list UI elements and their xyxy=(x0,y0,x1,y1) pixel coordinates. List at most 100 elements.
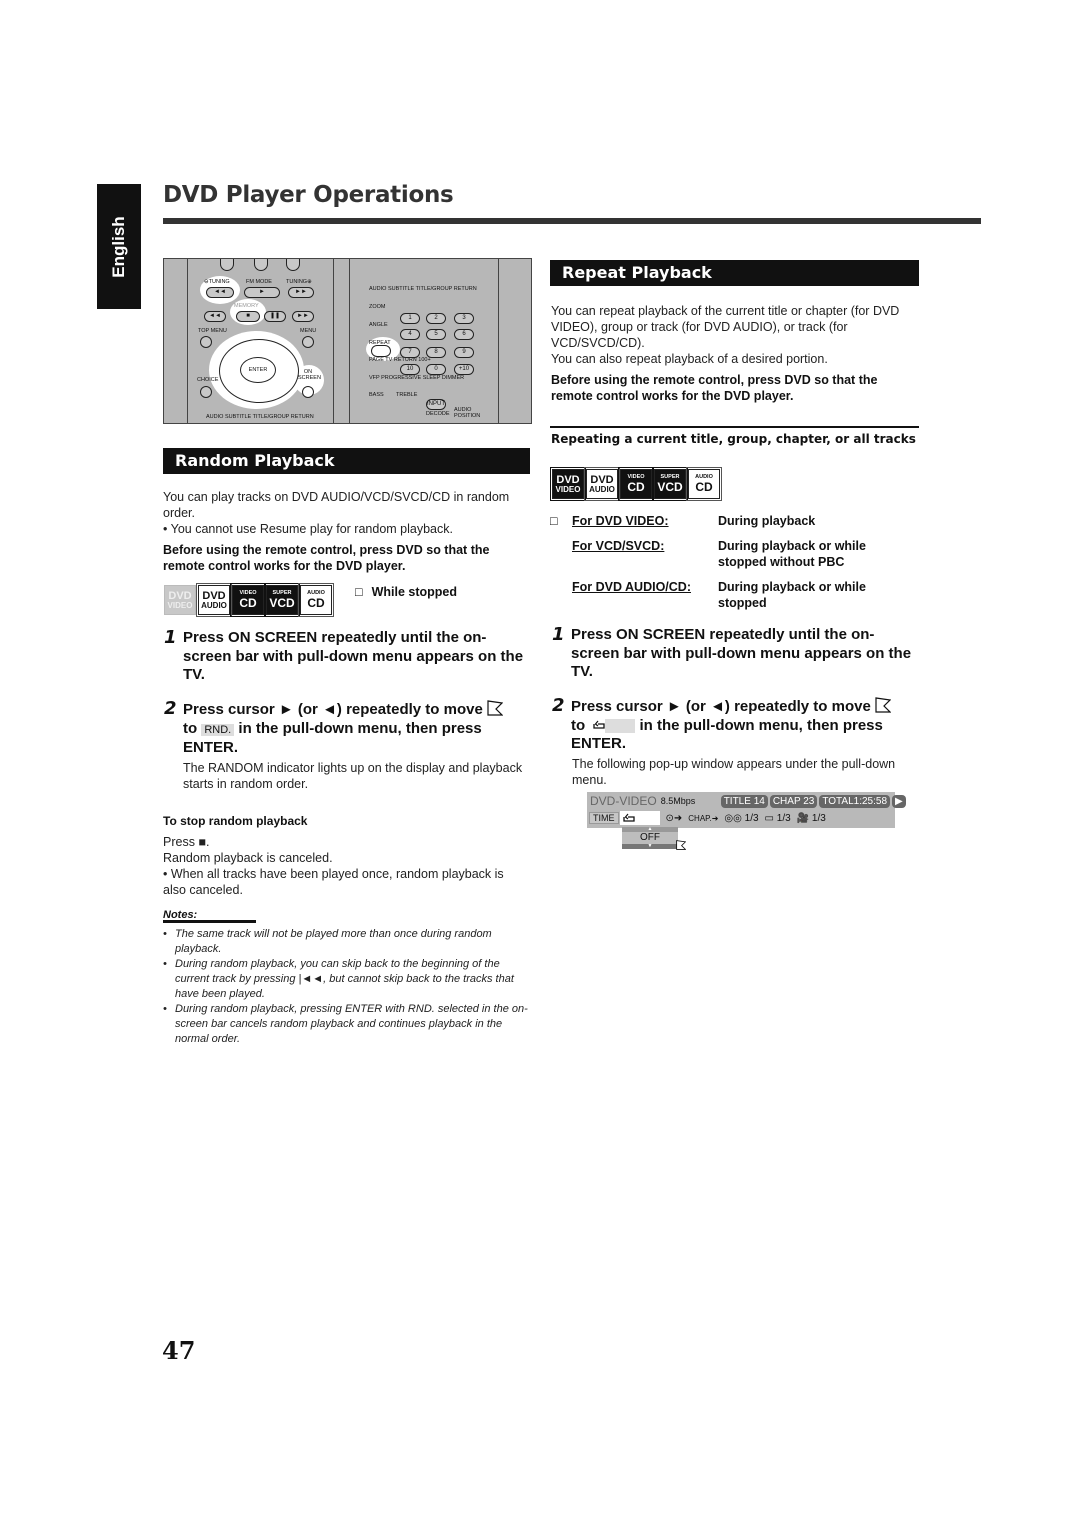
label-tuning-plus: TUNING⊕ xyxy=(286,279,312,285)
badge-dvd-audio: DVD AUDIO xyxy=(196,583,232,617)
label-bass: BASS xyxy=(369,392,384,398)
language-label: English xyxy=(109,215,128,278)
menu-key xyxy=(302,336,314,348)
label-tuning-minus: ⊖TUNING xyxy=(204,279,230,285)
label-memory: MEMORY xyxy=(234,303,259,309)
repeat-disc-badges: DVD VIDEO DVD AUDIO VIDEO CD SUPER VCD AUDIO… xyxy=(550,467,722,501)
repeat-dropdown[interactable]: ▲ OFF ▼ xyxy=(622,827,678,849)
clock-icon: ⊙ xyxy=(665,812,674,824)
repeat-menu-item xyxy=(589,718,636,733)
random-condition: □ While stopped xyxy=(355,585,457,599)
label-page-row: PAGE TV RETURN 100+ xyxy=(369,357,431,363)
play-key: ► xyxy=(244,287,280,298)
random-step-2-desc: The RANDOM indicator lights up on the di… xyxy=(183,761,523,791)
repeat-step-1: 1 Press ON SCREEN repeatedly until the o… xyxy=(552,624,912,680)
choice-key xyxy=(200,386,212,398)
repeat-subhead-rule xyxy=(550,426,919,428)
label-on-screen: ON SCREEN xyxy=(298,369,321,381)
stop-bullet: • When all tracks have been played once,… xyxy=(163,867,504,897)
osd-chapter: CHAP 23 xyxy=(769,794,818,808)
repeat-step-2: 2 Press cursor ► (or ◄) repeatedly to mo… xyxy=(552,696,916,754)
rewind-key: ◄◄ xyxy=(204,311,226,322)
label-choice: CHOICE xyxy=(197,377,219,383)
cursor-icon xyxy=(676,840,686,850)
osd-angle-item[interactable]: 🎥 1/3 xyxy=(797,813,826,824)
osd-time-item[interactable]: TIME xyxy=(589,812,619,824)
key-4: 4 xyxy=(400,329,420,340)
label-bottom-row: AUDIO SUBTITLE TITLE/GROUP RETURN xyxy=(206,414,314,420)
badge-video-cd: VIDEO CD xyxy=(230,583,266,617)
label-angle: ANGLE xyxy=(369,322,388,328)
key-5: 5 xyxy=(426,329,446,340)
repeat-icon xyxy=(593,720,605,729)
key-2: 2 xyxy=(426,313,446,324)
cursor-icon xyxy=(875,697,891,713)
camera-icon: 🎥 xyxy=(796,812,810,824)
dropdown-down-arrow[interactable]: ▼ xyxy=(622,844,678,849)
random-step-1: 1 Press ON SCREEN repeatedly until the o… xyxy=(164,627,524,683)
fast-forward-key: ►► xyxy=(292,311,314,322)
on-screen-bar: DVD-VIDEO 8.5Mbps TITLE 14 CHAP 23 TOTAL… xyxy=(587,792,906,828)
random-playback-heading: Random Playback xyxy=(163,448,530,474)
checkbox-icon: □ xyxy=(550,514,558,528)
repeat-icon xyxy=(622,813,635,822)
osd-chapter-search-item[interactable]: CHAP.➜ xyxy=(688,814,718,823)
page-number: 47 xyxy=(162,1336,196,1365)
osd-time-search-item[interactable]: ⊙➜ xyxy=(666,813,683,824)
note-item: • During random playback, you can skip ba… xyxy=(163,958,514,1000)
osd-status-row: DVD-VIDEO 8.5Mbps TITLE 14 CHAP 23 TOTAL… xyxy=(587,793,906,809)
audio-icon: ◎◎ xyxy=(724,812,742,824)
key-9: 9 xyxy=(454,347,474,358)
osd-play-icon: ▶ xyxy=(892,794,906,808)
key-1: 1 xyxy=(400,313,420,324)
note-item: • During random playback, pressing ENTER … xyxy=(163,1003,528,1045)
osd-bitrate: 8.5Mbps xyxy=(660,796,696,806)
osd-audio-item[interactable]: ◎◎ 1/3 xyxy=(724,813,758,824)
badge-video-cd: VIDEO CD xyxy=(618,467,654,501)
random-before-note: Before using the remote control, press D… xyxy=(163,543,490,573)
condition-dvd-video: □ For DVD VIDEO: During playback xyxy=(550,514,816,528)
key-8: 8 xyxy=(426,347,446,358)
pause-key: ❚❚ xyxy=(264,311,286,322)
label-fm-mode: FM MODE xyxy=(246,279,272,285)
label-right-row1: AUDIO SUBTITLE TITLE/GROUP RETURN xyxy=(369,286,477,292)
repeat-step-2-desc: The following pop-up window appears unde… xyxy=(572,757,896,787)
badge-super-vcd: SUPER VCD xyxy=(652,467,688,501)
key-0: 0 xyxy=(426,364,446,375)
rnd-menu-item: RND. xyxy=(201,723,235,736)
badge-audio-cd: AUDIO CD xyxy=(686,467,722,501)
random-step-2: 2 Press cursor ► (or ◄) repeatedly to mo… xyxy=(164,699,528,758)
on-screen-key xyxy=(302,386,314,398)
skip-forward-key: ►► xyxy=(288,287,314,298)
key-6: 6 xyxy=(454,329,474,340)
stop-random-heading: To stop random playback xyxy=(163,814,308,828)
random-disc-badges: DVD VIDEO DVD AUDIO VIDEO CD SUPER VCD AUDIO… xyxy=(164,583,334,617)
note-item: • The same track will not be played more … xyxy=(163,928,492,955)
top-menu-key xyxy=(200,336,212,348)
stop-canceled: Random playback is canceled. xyxy=(163,851,333,865)
random-bullet: • You cannot use Resume play for random … xyxy=(163,522,453,536)
key-plus10: +10 xyxy=(454,364,474,375)
skip-back-key: ◄◄ xyxy=(206,287,234,298)
enter-key: ENTER xyxy=(240,357,276,383)
badge-dvd-video: DVD VIDEO xyxy=(550,467,586,501)
badge-dvd-audio: DVD AUDIO xyxy=(584,467,620,501)
osd-repeat-item[interactable] xyxy=(619,811,660,825)
key-3: 3 xyxy=(454,313,474,324)
label-vfp-row: VFP PROGRESSIVE SLEEP DIMMER xyxy=(369,375,465,381)
osd-subtitle-item[interactable]: ▭ 1/3 xyxy=(765,813,791,824)
condition-vcd-svcd: For VCD/SVCD: During playback or while s… xyxy=(572,539,866,569)
label-zoom: ZOOM xyxy=(369,304,386,310)
cursor-icon xyxy=(487,700,503,716)
key-10: 10 xyxy=(400,364,420,375)
repeat-intro-2: You can also repeat playback of a desire… xyxy=(551,352,828,366)
title-rule xyxy=(163,218,981,224)
repeat-subheading: Repeating a current title, group, chapte… xyxy=(551,432,916,446)
label-audio-position: AUDIO POSITION xyxy=(454,407,481,419)
remote-control-illustration: ⊖TUNING FM MODE TUNING⊕ ◄◄ ► ►► MEMORY ◄… xyxy=(163,258,532,424)
notes-rule xyxy=(163,920,256,923)
label-decode: DECODE xyxy=(426,411,450,417)
badge-dvd-video: DVD VIDEO xyxy=(164,585,196,615)
stop-press: Press ■. xyxy=(163,835,210,849)
label-top-menu: TOP MENU xyxy=(198,328,227,334)
